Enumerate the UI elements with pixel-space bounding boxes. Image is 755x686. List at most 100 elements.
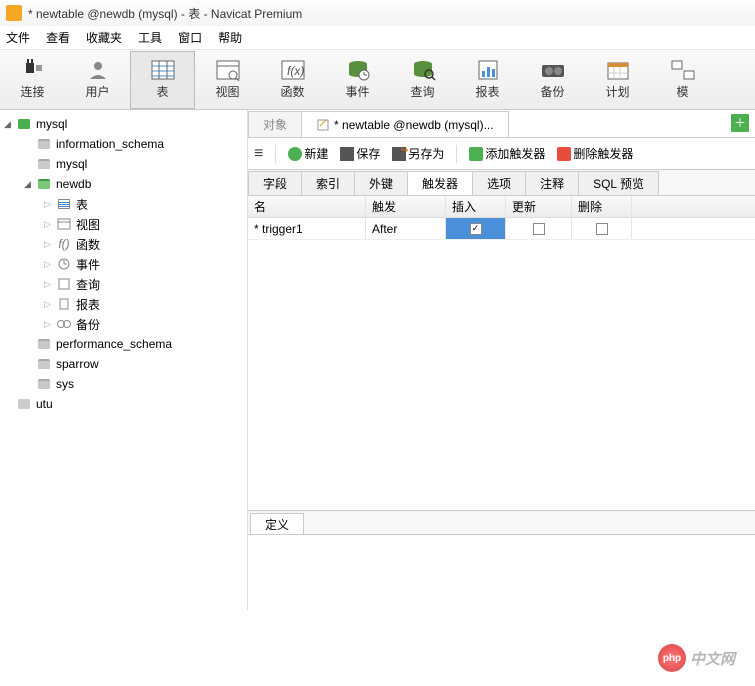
report-icon bbox=[475, 59, 501, 81]
query-icon bbox=[410, 59, 436, 81]
checkbox-icon[interactable] bbox=[533, 223, 545, 235]
tool-query[interactable]: 查询 bbox=[390, 51, 455, 109]
tab-newtable[interactable]: * newtable @newdb (mysql)... bbox=[301, 111, 509, 137]
add-icon bbox=[469, 147, 483, 161]
db-performance-schema[interactable]: performance_schema bbox=[0, 334, 247, 354]
separator bbox=[275, 145, 276, 163]
tree-events[interactable]: ▷事件 bbox=[0, 254, 247, 274]
user-icon bbox=[85, 59, 111, 81]
new-button[interactable]: 新建 bbox=[288, 145, 328, 162]
app-icon bbox=[6, 5, 22, 21]
save-as-icon bbox=[392, 147, 406, 161]
menu-favorites[interactable]: 收藏夹 bbox=[86, 29, 122, 46]
tree-functions[interactable]: ▷f()函数 bbox=[0, 234, 247, 254]
cell-insert[interactable]: ✓ bbox=[446, 218, 506, 239]
db-tree[interactable]: ◢mysql information_schema mysql ◢newdb ▷… bbox=[0, 110, 248, 610]
save-as-button[interactable]: 另存为 bbox=[392, 145, 444, 162]
plug-icon bbox=[20, 59, 46, 81]
checkbox-icon[interactable] bbox=[596, 223, 608, 235]
fx-icon: f(x) bbox=[280, 59, 306, 81]
designer-tabs: 字段索引外键触发器选项注释SQL 预览 bbox=[248, 170, 755, 196]
definition-area[interactable] bbox=[248, 534, 755, 610]
schedule-icon bbox=[605, 59, 631, 81]
tool-backup[interactable]: 备份 bbox=[520, 51, 585, 109]
tool-model[interactable]: 模 bbox=[650, 51, 715, 109]
subtab-4[interactable]: 选项 bbox=[472, 171, 526, 195]
menu-bar: 文件 查看 收藏夹 工具 窗口 帮助 bbox=[0, 26, 755, 50]
window-title: * newtable @newdb (mysql) - 表 - Navicat … bbox=[28, 5, 302, 22]
tool-plug[interactable]: 连接 bbox=[0, 51, 65, 109]
db-information-schema[interactable]: information_schema bbox=[0, 134, 247, 154]
table-icon bbox=[150, 59, 176, 81]
tab-definition[interactable]: 定义 bbox=[250, 513, 304, 535]
php-logo-icon: php bbox=[658, 644, 686, 672]
subtab-2[interactable]: 外键 bbox=[354, 171, 408, 195]
server-mysql[interactable]: ◢mysql bbox=[0, 114, 247, 134]
cell-delete[interactable] bbox=[572, 218, 632, 239]
menu-view[interactable]: 查看 bbox=[46, 29, 70, 46]
checkbox-checked-icon[interactable]: ✓ bbox=[470, 223, 482, 235]
tool-event[interactable]: 事件 bbox=[325, 51, 390, 109]
save-button[interactable]: 保存 bbox=[340, 145, 380, 162]
trigger-grid: 名 触发 插入 更新 删除 * trigger1 After ✓ bbox=[248, 196, 755, 510]
title-bar: * newtable @newdb (mysql) - 表 - Navicat … bbox=[0, 0, 755, 26]
plus-icon bbox=[288, 147, 302, 161]
tree-reports[interactable]: ▷报表 bbox=[0, 294, 247, 314]
delete-icon bbox=[557, 147, 571, 161]
col-delete[interactable]: 删除 bbox=[572, 196, 632, 217]
new-tab-button[interactable]: ＋ bbox=[731, 114, 749, 132]
tool-user[interactable]: 用户 bbox=[65, 51, 130, 109]
backup-icon bbox=[540, 59, 566, 81]
col-trigger[interactable]: 触发 bbox=[366, 196, 446, 217]
db-sparrow[interactable]: sparrow bbox=[0, 354, 247, 374]
db-newdb[interactable]: ◢newdb bbox=[0, 174, 247, 194]
menu-help[interactable]: 帮助 bbox=[218, 29, 242, 46]
action-bar: ≡ 新建 保存 另存为 添加触发器 删除触发器 bbox=[248, 138, 755, 170]
tree-queries[interactable]: ▷查询 bbox=[0, 274, 247, 294]
grid-header: 名 触发 插入 更新 删除 bbox=[248, 196, 755, 218]
subtab-3[interactable]: 触发器 bbox=[407, 171, 473, 195]
save-icon bbox=[340, 147, 354, 161]
model-icon bbox=[670, 59, 696, 81]
tool-table[interactable]: 表 bbox=[130, 51, 195, 109]
tool-fx[interactable]: f(x)函数 bbox=[260, 51, 325, 109]
col-name[interactable]: 名 bbox=[248, 196, 366, 217]
delete-trigger-button[interactable]: 删除触发器 bbox=[557, 145, 633, 162]
db-sys[interactable]: sys bbox=[0, 374, 247, 394]
cell-trigger[interactable]: After bbox=[366, 218, 446, 239]
edit-icon bbox=[316, 118, 330, 132]
menu-window[interactable]: 窗口 bbox=[178, 29, 202, 46]
subtab-1[interactable]: 索引 bbox=[301, 171, 355, 195]
menu-file[interactable]: 文件 bbox=[6, 29, 30, 46]
tree-backups[interactable]: ▷备份 bbox=[0, 314, 247, 334]
server-utu[interactable]: utu bbox=[0, 394, 247, 414]
main-toolbar: 连接用户表视图f(x)函数事件查询报表备份计划模 bbox=[0, 50, 755, 110]
subtab-6[interactable]: SQL 预览 bbox=[578, 171, 659, 195]
svg-text:f(x): f(x) bbox=[287, 64, 304, 78]
grid-row[interactable]: * trigger1 After ✓ bbox=[248, 218, 755, 240]
tool-report[interactable]: 报表 bbox=[455, 51, 520, 109]
tab-objects[interactable]: 对象 bbox=[248, 111, 302, 137]
cell-name[interactable]: * trigger1 bbox=[248, 218, 366, 239]
hamburger-icon[interactable]: ≡ bbox=[254, 145, 263, 163]
watermark: php 中文网 bbox=[658, 644, 735, 672]
menu-tools[interactable]: 工具 bbox=[138, 29, 162, 46]
col-update[interactable]: 更新 bbox=[506, 196, 572, 217]
tool-schedule[interactable]: 计划 bbox=[585, 51, 650, 109]
tree-tables[interactable]: ▷表 bbox=[0, 194, 247, 214]
tool-view[interactable]: 视图 bbox=[195, 51, 260, 109]
view-icon bbox=[215, 59, 241, 81]
subtab-0[interactable]: 字段 bbox=[248, 171, 302, 195]
cell-update[interactable] bbox=[506, 218, 572, 239]
separator bbox=[456, 145, 457, 163]
col-insert[interactable]: 插入 bbox=[446, 196, 506, 217]
add-trigger-button[interactable]: 添加触发器 bbox=[469, 145, 545, 162]
event-icon bbox=[345, 59, 371, 81]
watermark-text: 中文网 bbox=[690, 648, 735, 669]
tree-views[interactable]: ▷视图 bbox=[0, 214, 247, 234]
db-mysql[interactable]: mysql bbox=[0, 154, 247, 174]
subtab-5[interactable]: 注释 bbox=[525, 171, 579, 195]
bottom-tabs: 定义 bbox=[248, 510, 755, 534]
content-pane: 对象 * newtable @newdb (mysql)... ＋ ≡ 新建 保… bbox=[248, 110, 755, 610]
document-tabs: 对象 * newtable @newdb (mysql)... ＋ bbox=[248, 110, 755, 138]
